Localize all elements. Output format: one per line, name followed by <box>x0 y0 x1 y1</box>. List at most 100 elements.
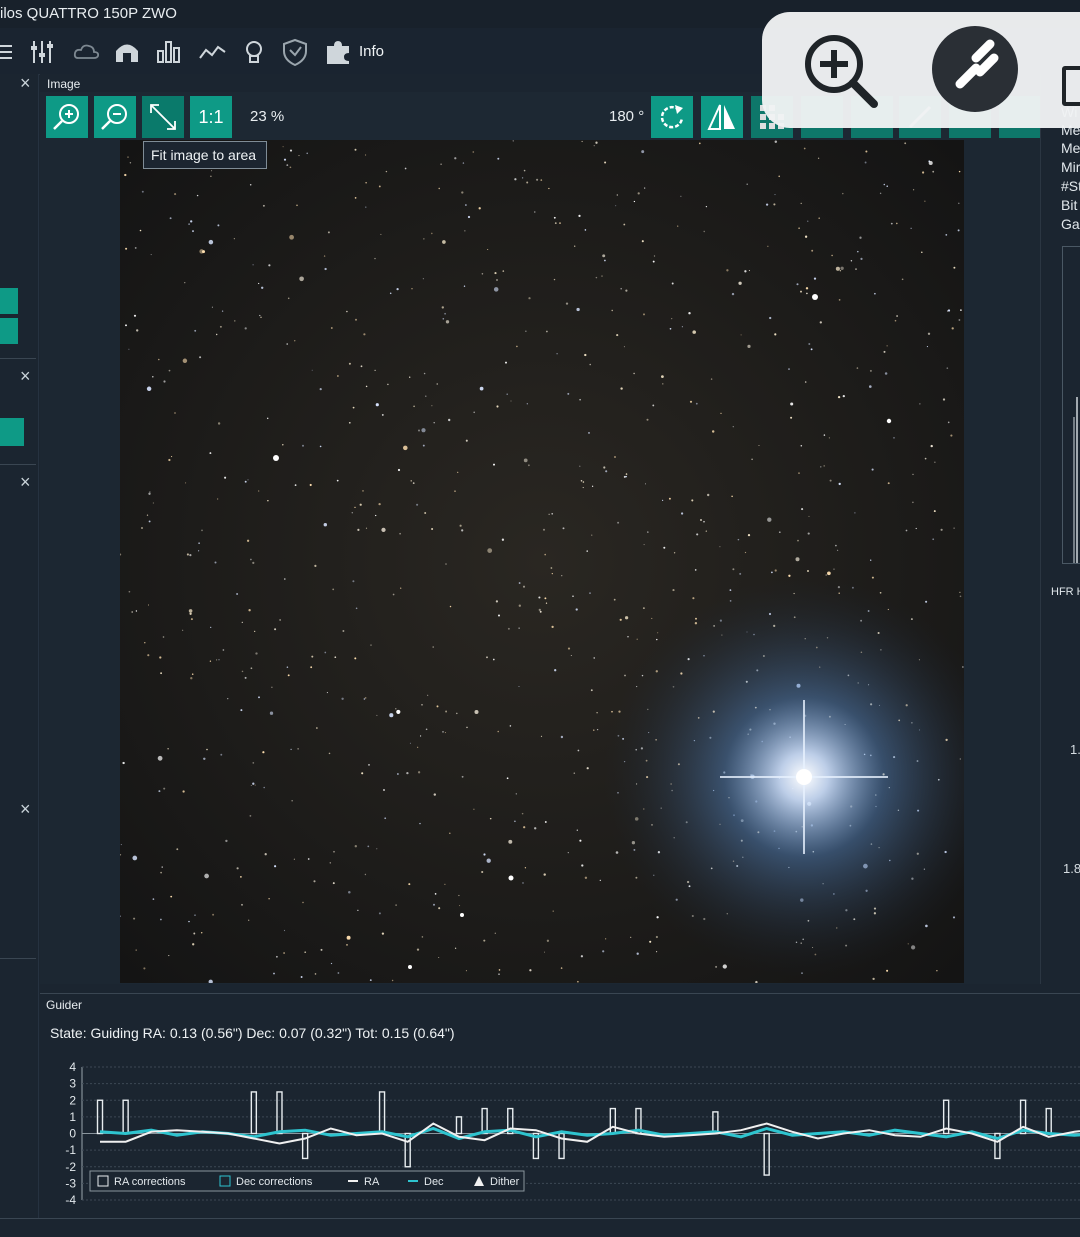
star <box>449 605 452 608</box>
trend-icon[interactable] <box>198 38 228 66</box>
star <box>332 882 335 885</box>
star <box>337 972 340 974</box>
star <box>840 266 844 270</box>
star <box>747 344 751 348</box>
equalizer-icon[interactable] <box>30 38 60 66</box>
star <box>191 673 194 675</box>
fit-image-tooltip: Fit image to area <box>143 141 267 169</box>
info-tab-label[interactable]: Info <box>359 43 384 60</box>
cloud-icon[interactable] <box>72 38 102 66</box>
zoom-out-icon <box>101 104 127 130</box>
divider <box>0 358 36 359</box>
star <box>825 574 827 576</box>
rotate-button[interactable] <box>651 96 693 138</box>
disconnect-button[interactable] <box>932 26 1018 112</box>
star <box>790 402 794 406</box>
star <box>355 607 358 610</box>
star <box>529 969 532 972</box>
flip-button[interactable] <box>701 96 743 138</box>
star <box>870 559 872 561</box>
close-icon[interactable]: × <box>20 473 31 491</box>
star <box>323 522 328 527</box>
star <box>579 465 581 467</box>
star <box>910 945 916 950</box>
left-panel-button[interactable] <box>0 288 18 314</box>
lightbulb-icon[interactable] <box>240 38 270 66</box>
left-panel-button[interactable] <box>0 318 18 344</box>
star <box>501 538 505 541</box>
star <box>332 588 335 591</box>
zoom-out-button[interactable] <box>94 96 136 138</box>
star <box>879 192 882 195</box>
left-panel-button[interactable] <box>0 418 24 446</box>
star <box>192 943 195 946</box>
star <box>442 318 445 320</box>
star <box>458 894 460 897</box>
star <box>134 246 137 249</box>
star <box>630 936 632 938</box>
star <box>487 548 493 553</box>
zoom-in-button[interactable] <box>46 96 88 138</box>
star <box>182 629 184 631</box>
sliders-icon[interactable] <box>0 38 30 66</box>
histogram <box>1073 397 1078 563</box>
star <box>300 976 303 978</box>
star <box>444 312 446 315</box>
star <box>575 608 578 611</box>
star <box>896 315 899 317</box>
star <box>623 223 626 226</box>
star <box>576 829 578 831</box>
document-icon[interactable] <box>1062 66 1080 106</box>
bar-chart-icon[interactable] <box>155 38 185 66</box>
star <box>464 230 466 232</box>
star <box>248 919 250 921</box>
observatory-icon[interactable] <box>113 38 143 66</box>
close-icon[interactable]: × <box>20 800 31 818</box>
star <box>534 827 537 830</box>
star <box>365 527 368 529</box>
astro-image[interactable] <box>120 140 964 983</box>
star <box>396 287 399 291</box>
star <box>928 160 933 166</box>
star <box>409 376 411 378</box>
star <box>680 195 682 197</box>
hfr-y-tick: 1.8 <box>1063 861 1080 876</box>
star <box>334 656 337 659</box>
puzzle-icon[interactable] <box>324 38 354 66</box>
shield-icon[interactable] <box>281 38 311 66</box>
star <box>442 240 446 244</box>
star <box>800 444 803 447</box>
star <box>218 659 220 661</box>
legend-label: RA corrections <box>114 1176 186 1188</box>
star <box>642 607 645 610</box>
star <box>544 553 546 556</box>
star <box>370 644 372 646</box>
star <box>141 527 143 529</box>
star <box>581 864 584 867</box>
star <box>924 200 926 202</box>
star <box>744 270 747 273</box>
star <box>263 786 266 789</box>
star <box>124 173 127 177</box>
close-icon[interactable]: × <box>20 367 31 385</box>
zoom-in-icon[interactable] <box>800 30 880 110</box>
star <box>387 383 389 386</box>
star <box>538 608 541 612</box>
star <box>550 567 553 569</box>
star <box>314 973 317 975</box>
star <box>411 288 413 290</box>
star <box>774 333 777 336</box>
star <box>422 444 425 447</box>
star <box>268 264 271 267</box>
star <box>283 929 286 932</box>
star <box>160 871 162 874</box>
fit-image-button[interactable] <box>142 96 184 138</box>
star <box>747 533 751 537</box>
star <box>294 484 297 486</box>
star <box>560 735 564 739</box>
star <box>546 939 550 942</box>
one-to-one-button[interactable]: 1:1 <box>190 96 232 138</box>
close-icon[interactable]: × <box>20 74 31 92</box>
star <box>486 656 488 659</box>
star <box>389 292 392 295</box>
